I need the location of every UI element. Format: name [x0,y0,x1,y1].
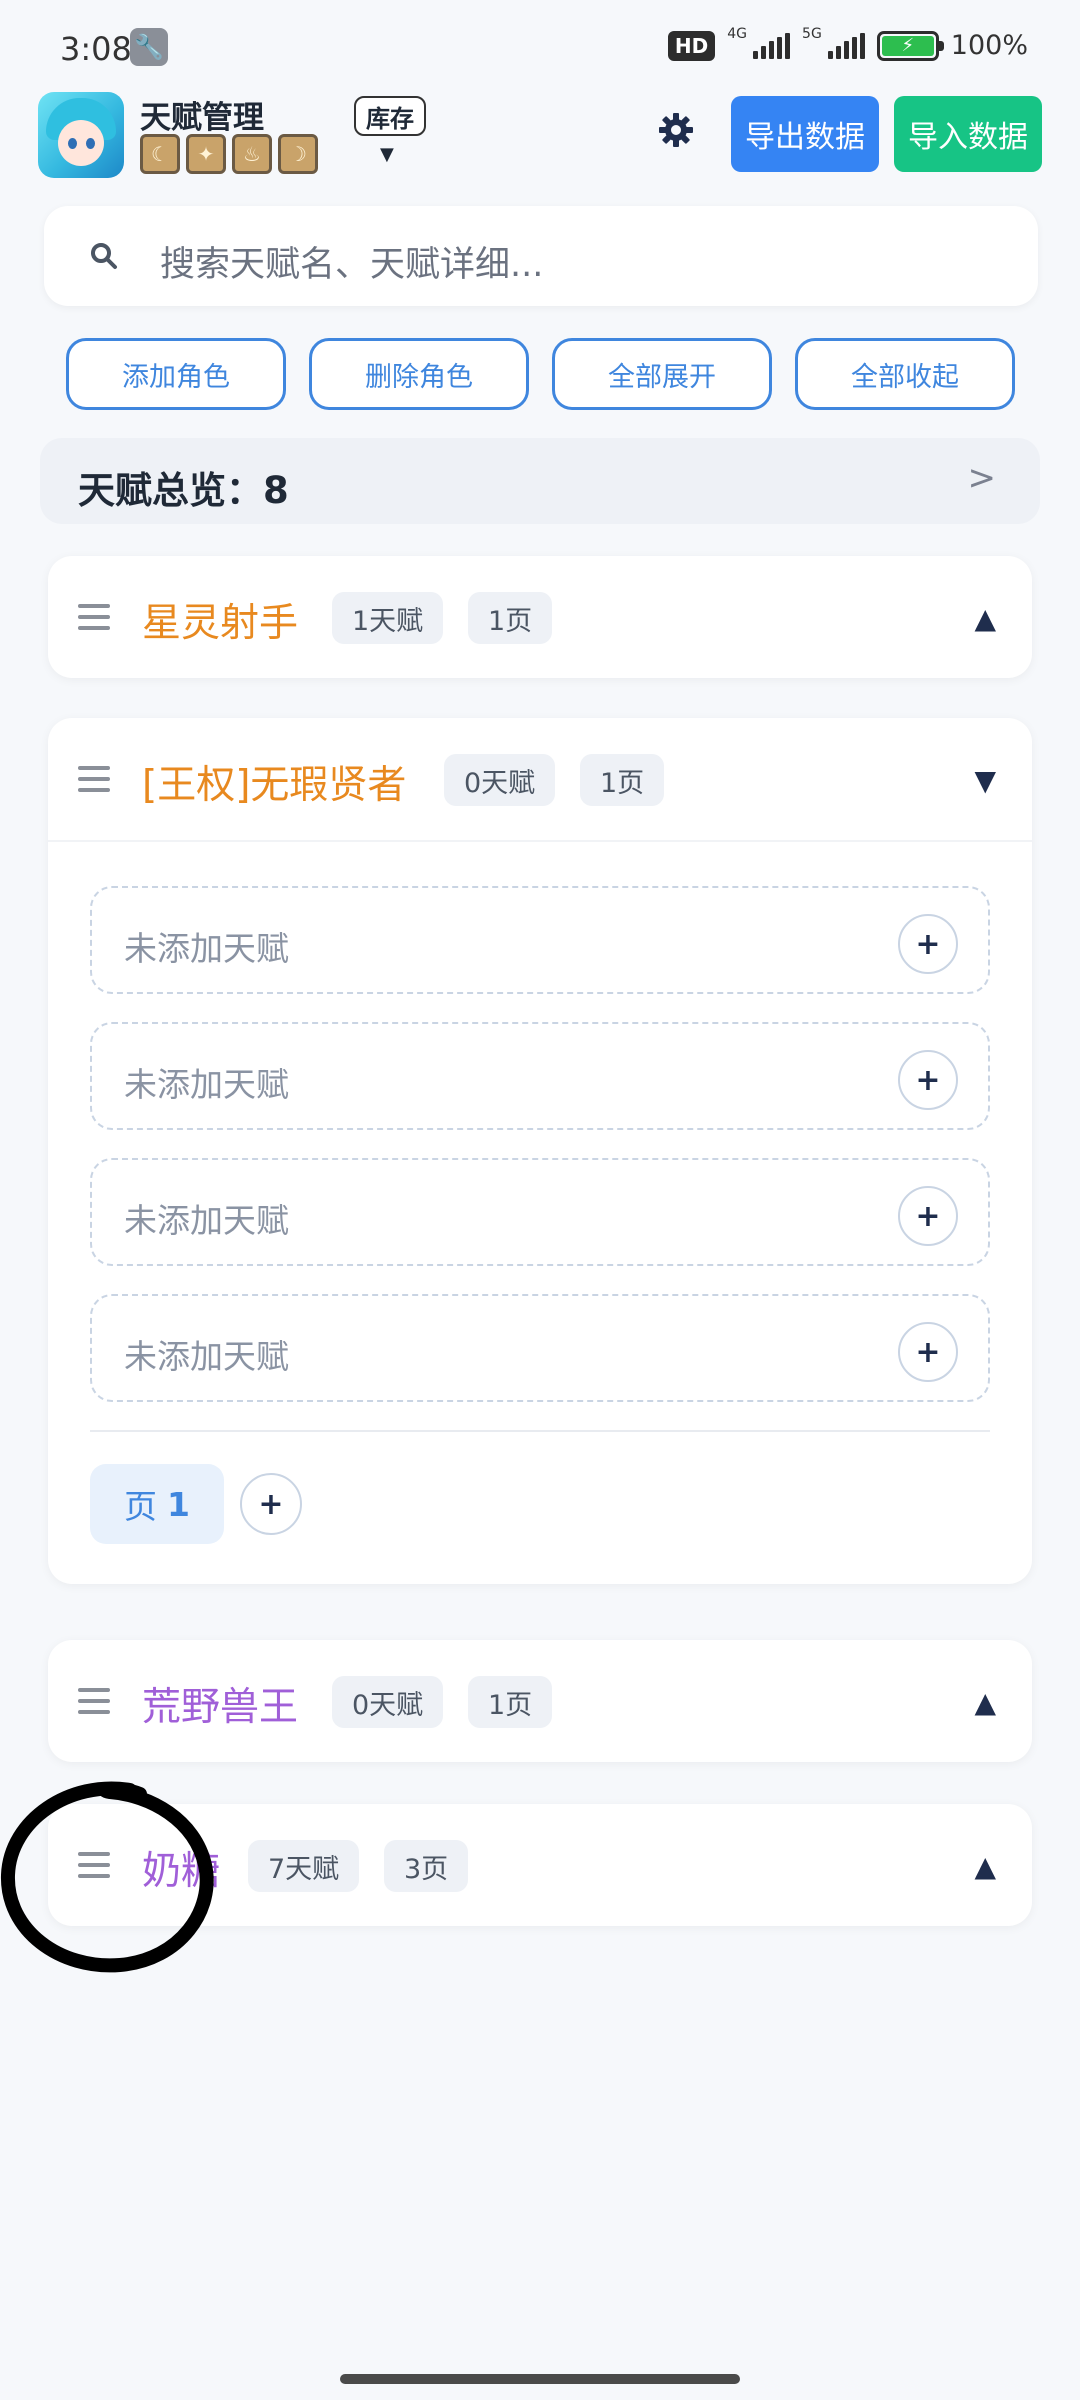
talent-slot[interactable]: 未添加天赋 + [90,1294,990,1402]
role-name: [王权]无瑕贤者 [142,763,407,808]
expand-all-button[interactable]: 全部展开 [552,338,772,410]
page-count-chip: 1页 [468,1676,553,1728]
role-card-header[interactable]: [王权]无瑕贤者 0天赋 1页 ▼ [48,718,1032,840]
signal-5g-icon [827,32,865,59]
role-card: [王权]无瑕贤者 0天赋 1页 ▼ 未添加天赋 + 未添加天赋 + 未添加天赋 … [48,718,1032,1584]
talent-slot-label: 未添加天赋 [124,1201,289,1240]
talent-slot[interactable]: 未添加天赋 + [90,886,990,994]
search-icon [91,243,117,269]
app-header: 天赋管理 ☾ ✦ ♨ ☽ 库存 ▼ 导出数据 导入数据 [38,92,1042,182]
expand-toggle-icon[interactable]: ▲ [974,1850,996,1883]
talent-count-chip: 7天赋 [248,1840,360,1892]
role-card-body: 未添加天赋 + 未添加天赋 + 未添加天赋 + 未添加天赋 + 页 1 + [48,840,1032,1584]
add-page-button[interactable]: + [240,1473,302,1535]
add-talent-button[interactable]: + [898,1050,958,1110]
page-count-chip: 1页 [468,592,553,644]
talent-slot[interactable]: 未添加天赋 + [90,1158,990,1266]
add-role-button[interactable]: 添加角色 [66,338,286,410]
expand-toggle-icon[interactable]: ▲ [974,602,996,635]
talent-overview[interactable]: 天赋总览：8 > [40,438,1040,524]
chevron-right-icon: > [967,458,997,498]
status-bar: 3:08 🔧 HD 4G 5G ⚡ 100% [0,0,1080,96]
role-card: 星灵射手 1天赋 1页 ▲ [48,556,1032,678]
export-data-button[interactable]: 导出数据 [731,96,879,172]
badge-row: ☾ ✦ ♨ ☽ [140,134,318,174]
network-4g-label: 4G [727,25,748,42]
status-indicators: HD 4G 5G ⚡ 100% [667,26,1028,61]
hd-voice-icon: HD [667,30,716,61]
role-name: 奶糖 [142,1849,221,1894]
flame-badge-icon: ✦ [186,134,226,174]
crescent-badge-icon: ☽ [278,134,318,174]
talent-slot-label: 未添加天赋 [124,929,289,968]
battery-percent: 100% [950,30,1028,61]
collapse-all-button[interactable]: 全部收起 [795,338,1015,410]
battery-icon: ⚡ [876,30,944,61]
delete-role-button[interactable]: 删除角色 [309,338,529,410]
role-card: 奶糖 7天赋 3页 ▲ [48,1804,1032,1926]
role-card: 荒野兽王 0天赋 1页 ▲ [48,1640,1032,1762]
add-talent-button[interactable]: + [898,914,958,974]
role-card-header[interactable]: 荒野兽王 0天赋 1页 ▲ [48,1640,1032,1762]
signal-4g-icon [753,32,791,59]
network-5g-label: 5G [802,25,822,42]
talent-slot[interactable]: 未添加天赋 + [90,1022,990,1130]
collapse-toggle-icon[interactable]: ▼ [974,764,996,797]
role-card-header[interactable]: 星灵射手 1天赋 1页 ▲ [48,556,1032,678]
fire-badge-icon: ♨ [232,134,272,174]
role-card-header[interactable]: 奶糖 7天赋 3页 ▲ [48,1804,1032,1926]
talent-count-chip: 1天赋 [332,592,444,644]
page-tabs: 页 1 + [90,1464,990,1544]
search-placeholder: 搜索天赋名、天赋详细... [160,245,544,285]
status-time: 3:08 [60,30,132,68]
action-bar: 添加角色 删除角色 全部展开 全部收起 [66,338,1015,410]
expand-toggle-icon[interactable]: ▲ [974,1686,996,1719]
drag-handle-icon[interactable] [78,1852,110,1878]
wrench-icon: 🔧 [130,28,168,66]
talent-slot-label: 未添加天赋 [124,1065,289,1104]
page-tab-number: 1 [167,1484,190,1524]
import-data-button[interactable]: 导入数据 [894,96,1042,172]
page-tab[interactable]: 页 1 [90,1464,224,1544]
page-count-chip: 1页 [580,754,665,806]
talent-count-chip: 0天赋 [332,1676,444,1728]
page-tab-prefix: 页 [124,1487,158,1526]
role-name: 星灵射手 [142,601,299,646]
avatar[interactable] [38,92,124,178]
inventory-button[interactable]: 库存 [354,96,426,136]
talent-count-chip: 0天赋 [444,754,556,806]
divider [90,1430,990,1432]
talent-slot-label: 未添加天赋 [124,1337,289,1376]
page-count-chip: 3页 [384,1840,469,1892]
drag-handle-icon[interactable] [78,766,110,792]
add-talent-button[interactable]: + [898,1322,958,1382]
chevron-down-icon[interactable]: ▼ [380,144,394,165]
add-talent-button[interactable]: + [898,1186,958,1246]
home-indicator[interactable] [340,2374,740,2384]
page-title: 天赋管理 [140,100,264,136]
role-name: 荒野兽王 [142,1685,299,1730]
talent-overview-label: 天赋总览：8 [78,469,289,512]
search-input[interactable]: 搜索天赋名、天赋详细... [44,206,1038,306]
gear-icon[interactable] [656,110,696,150]
moon-badge-icon: ☾ [140,134,180,174]
drag-handle-icon[interactable] [78,604,110,630]
drag-handle-icon[interactable] [78,1688,110,1714]
